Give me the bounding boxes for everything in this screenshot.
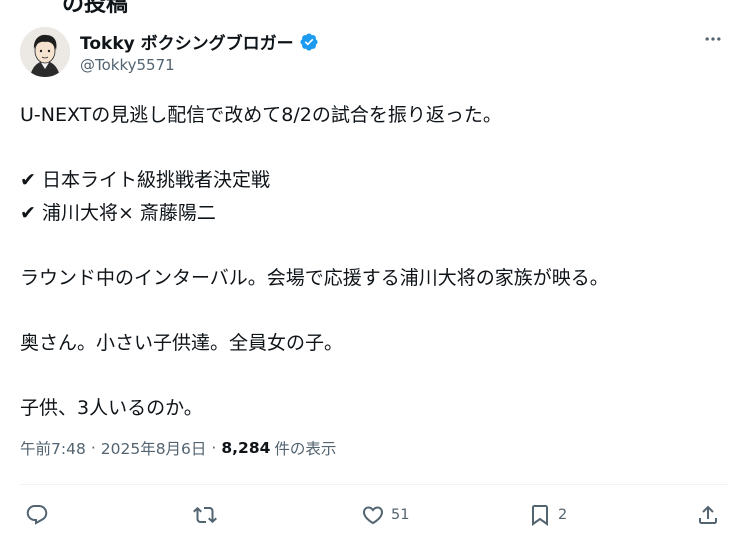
post-line: ラウンド中のインターバル。会場で応援する浦川大将の家族が映る。 (20, 266, 609, 289)
post-line: U-NEXTの見逃し配信で改めて8/2の試合を振り返った。 (20, 104, 502, 126)
like-button[interactable]: 51 (361, 497, 409, 533)
action-bar: 51 2 (20, 497, 728, 533)
heart-icon (362, 506, 384, 525)
post-line: ✔ 日本ライト級挑戦者決定戦 (20, 169, 270, 191)
verified-badge-icon (300, 32, 318, 51)
post-line: 奥さん。小さい子供達。全員女の子。 (20, 331, 344, 354)
post-line (20, 229, 720, 262)
post-date[interactable]: 2025年8月6日 (101, 437, 207, 459)
bookmark-icon (532, 505, 548, 526)
post-line (20, 132, 720, 165)
divider (20, 484, 728, 485)
reply-button[interactable] (25, 497, 55, 533)
more-horizontal-icon (705, 37, 721, 41)
author-name-row[interactable]: Tokky ボクシングブロガー (80, 29, 319, 54)
bookmark-count: 2 (558, 507, 568, 523)
header-fragment: の投稿 (62, 0, 129, 17)
views-count: 8,284 (221, 439, 271, 457)
repost-icon (193, 506, 217, 524)
reply-icon (26, 505, 48, 525)
avatar-illustration-icon (20, 27, 70, 77)
post-line (20, 294, 720, 327)
avatar[interactable] (20, 27, 70, 77)
post-time[interactable]: 午前7:48 (20, 437, 86, 459)
meta-separator: · (90, 439, 96, 457)
share-button[interactable] (696, 497, 720, 533)
repost-button[interactable] (193, 497, 223, 533)
author-handle[interactable]: @Tokky5571 (80, 56, 175, 74)
post-line: ✔ 浦川大将× 斎藤陽二 (20, 201, 216, 224)
post-line (20, 359, 720, 392)
post-line: 子供、3人いるのか。 (20, 396, 203, 419)
like-count: 51 (391, 507, 410, 523)
bookmark-button[interactable]: 2 (528, 497, 567, 533)
author-display-name[interactable]: Tokky ボクシングブロガー (80, 29, 294, 54)
post-text: U-NEXTの見逃し配信で改めて8/2の試合を振り返った。 ✔ 日本ライト級挑戦… (20, 99, 720, 424)
meta-separator: · (211, 439, 217, 457)
post-meta: 午前7:48 · 2025年8月6日 · 8,284 件の表示 (20, 437, 336, 459)
views-label: 件の表示 (274, 440, 337, 458)
more-options-button[interactable] (700, 28, 726, 50)
share-icon (699, 505, 717, 524)
